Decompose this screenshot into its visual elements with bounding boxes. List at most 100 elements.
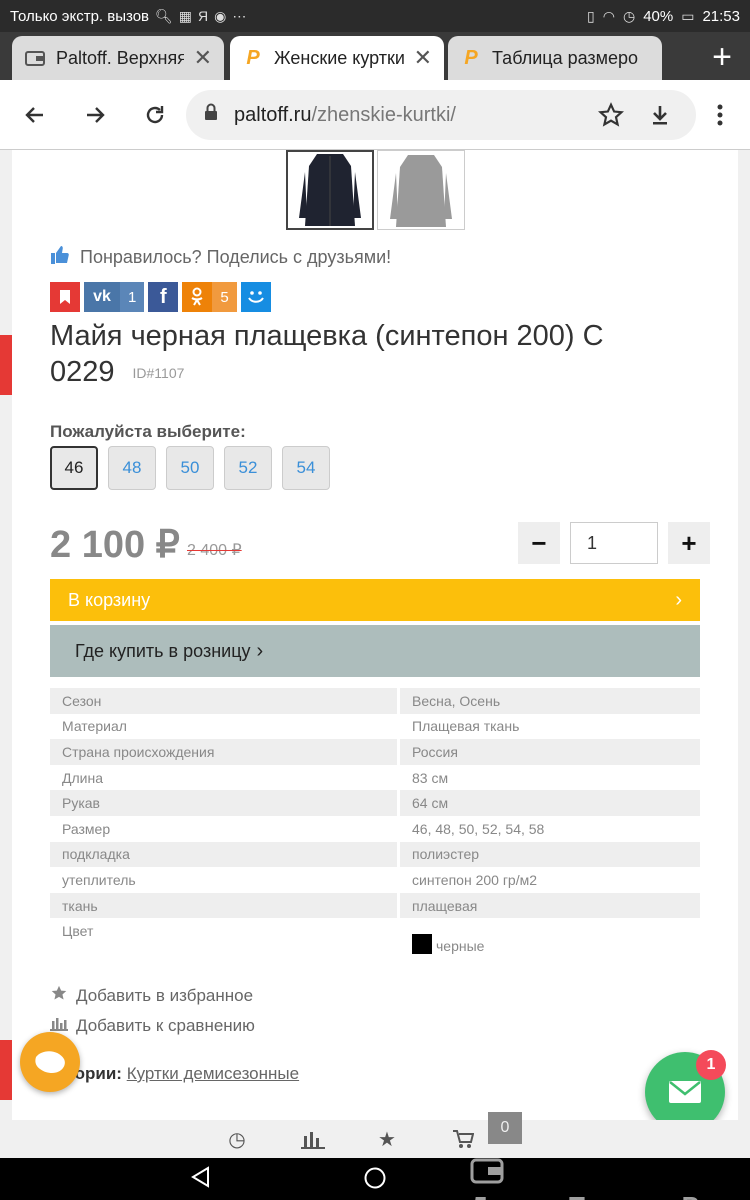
chat-bubble-icon (35, 1051, 65, 1073)
tab-paltoff[interactable]: Paltoff. Верхняя о ✕ (12, 36, 224, 80)
chevron-right-icon: › (675, 588, 682, 611)
add-to-compare-link[interactable]: Добавить к сравнению (50, 1015, 255, 1036)
size-option-50[interactable]: 50 (166, 446, 214, 490)
spec-value: 83 см (412, 769, 449, 786)
size-select-label: Пожалуйста выберите: (50, 422, 246, 441)
share-hint-text: Понравилось? Поделись с друзьями! (80, 247, 392, 267)
size-option-54[interactable]: 54 (282, 446, 330, 490)
table-row: Сезон Весна, Осень (50, 688, 700, 714)
spec-key: Длина (62, 769, 103, 786)
table-row: ткань плащевая (50, 892, 700, 919)
social-buttons: vk 1 f 5 (50, 282, 271, 312)
callback-widget-button[interactable] (20, 1032, 80, 1092)
spec-value: синтепон 200 гр/м2 (412, 871, 538, 888)
mail-share-button[interactable] (240, 282, 271, 312)
moi-mir-icon (241, 282, 271, 312)
chrome-icon: ◉ (214, 7, 227, 24)
add-to-cart-button[interactable]: В корзину › (50, 579, 700, 621)
table-row: Размер 46, 48, 50, 52, 54, 58 (50, 816, 700, 842)
add-to-favorites-label: Добавить в избранное (76, 985, 254, 1005)
quantity-stepper: − 1 + (518, 522, 710, 564)
close-icon[interactable]: ✕ (414, 45, 432, 71)
spec-value: Плащевая ткань (412, 718, 520, 735)
clock: 21:53 (702, 7, 740, 25)
status-bar: Только экстр. вызов 🔍︎ ▦ Я ◉ ⋯ ▯ ◠ ◷ 40%… (0, 0, 750, 32)
battery-percent: 40% (643, 7, 674, 25)
size-option-48[interactable]: 48 (108, 446, 156, 490)
cart-count: 0 (488, 1112, 522, 1144)
odnoklassniki-share-button[interactable]: 5 (182, 282, 237, 312)
table-row: Материал Плащевая ткань (50, 714, 700, 740)
paltoff-favicon-icon: P (246, 46, 260, 69)
download-icon[interactable] (630, 85, 690, 145)
spec-key: Материал (62, 718, 127, 735)
new-tab-plus-icon[interactable]: + (712, 40, 732, 74)
status-text: Только экстр. вызов (10, 7, 150, 25)
history-clock-icon[interactable]: ◷ (220, 1120, 254, 1158)
wallet-favicon-icon (24, 47, 46, 69)
app-icon: ▦ (178, 7, 193, 24)
where-to-buy-button[interactable]: Где купить в розницу › (50, 625, 700, 677)
share-hint: Понравилось? Поделись с друзьями! (50, 245, 391, 270)
quantity-increase-button[interactable]: + (668, 522, 710, 564)
facebook-icon: f (160, 285, 167, 308)
spec-value: 64 см (400, 790, 700, 816)
ok-count: 5 (212, 282, 237, 312)
table-row: Страна происхождения Россия (50, 739, 700, 765)
back-arrow-icon[interactable] (5, 85, 65, 145)
vk-icon: vk (93, 288, 111, 305)
facebook-share-button[interactable]: f (148, 282, 179, 312)
envelope-icon (669, 1081, 701, 1103)
color-swatch (412, 934, 432, 955)
size-option-52[interactable]: 52 (224, 446, 272, 490)
spec-value: полиэстер (400, 841, 700, 868)
vk-count: 1 (120, 282, 145, 312)
bottom-toolbar: ◷ ★ (0, 1120, 750, 1158)
spec-key: подкладка (50, 841, 397, 868)
wallet-logo-icon (470, 1156, 504, 1191)
product-old-price: 2 400 ₽ (187, 542, 242, 559)
vk-share-button[interactable]: vk 1 (84, 282, 145, 312)
product-thumbnail-black[interactable] (286, 150, 374, 230)
spec-key: Сезон (50, 688, 397, 714)
bookmark-icon (50, 282, 80, 312)
nav-home-icon[interactable] (363, 1166, 387, 1197)
table-row: Длина 83 см (50, 765, 700, 791)
quantity-decrease-button[interactable]: − (518, 522, 560, 564)
quantity-input[interactable]: 1 (570, 522, 658, 564)
reload-icon[interactable] (125, 85, 185, 145)
spec-key: Размер (62, 820, 111, 837)
bookmark-share-button[interactable] (50, 282, 80, 312)
where-to-buy-label: Где купить в розницу (75, 640, 251, 661)
tab-strip: Paltoff. Верхняя о ✕ P Женские куртки ✕ … (0, 32, 750, 80)
table-row: подкладка полиэстер (50, 841, 700, 868)
add-to-cart-label: В корзину (68, 589, 151, 610)
alarm-icon: ◷ (622, 7, 636, 24)
compare-bar-icon[interactable] (298, 1120, 328, 1158)
star-icon (50, 984, 68, 1007)
category-link[interactable]: Куртки демисезонные (127, 1064, 299, 1083)
forward-arrow-icon[interactable] (65, 85, 125, 145)
watermark: ДелаемПокупки.Ру (470, 1156, 750, 1200)
size-option-46[interactable]: 46 (50, 446, 98, 490)
spec-value-color: черные (400, 918, 700, 956)
nav-back-icon[interactable] (190, 1166, 210, 1195)
address-bar[interactable]: paltoff.ru/zhenskie-kurtki/ (186, 90, 696, 140)
url-path: /zhenskie-kurtki/ (311, 103, 456, 126)
odnoklassniki-icon (182, 282, 212, 312)
menu-dots-icon[interactable] (690, 85, 750, 145)
product-thumbnail-grey[interactable] (377, 150, 465, 230)
vibrate-icon: ▯ (587, 7, 595, 24)
tab-size-table[interactable]: P Таблица размеро (448, 36, 662, 80)
spec-value: 46, 48, 50, 52, 54, 58 (412, 820, 545, 837)
star-icon[interactable] (597, 102, 625, 134)
spec-key: Цвет (62, 923, 94, 940)
product-title: Майя черная плащевка (синтепон 200) С 02… (50, 318, 690, 391)
favorites-star-icon[interactable]: ★ (374, 1120, 400, 1158)
close-icon[interactable]: ✕ (194, 45, 212, 71)
tab-zhenskie-kurtki[interactable]: P Женские куртки ✕ (230, 36, 444, 80)
add-to-favorites-link[interactable]: Добавить в избранное (50, 984, 253, 1007)
more-notifications-icon: ⋯ (232, 7, 247, 24)
chevron-right-icon: › (256, 639, 264, 662)
cart-icon[interactable] (450, 1120, 476, 1158)
